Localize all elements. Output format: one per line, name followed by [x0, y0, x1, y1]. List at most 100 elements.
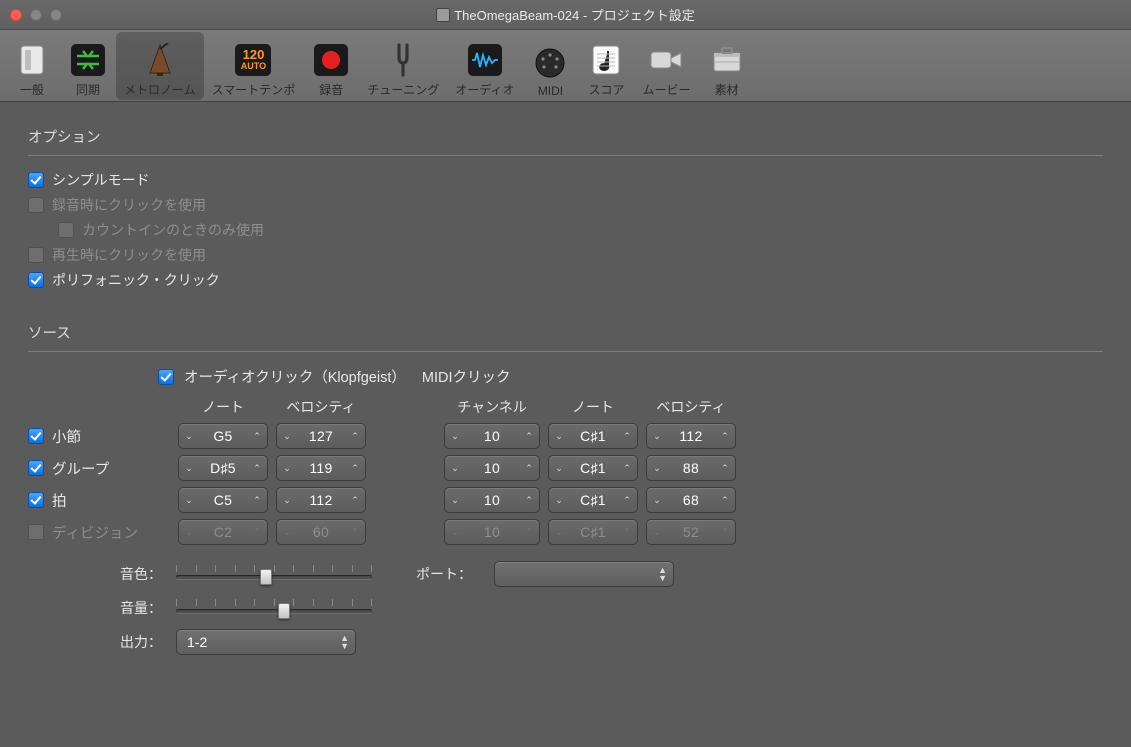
stepper-value: 10 — [463, 524, 521, 540]
tab-midi[interactable]: MIDI — [522, 32, 578, 100]
app-icon — [436, 8, 450, 22]
tab-metronome[interactable]: メトロノーム — [116, 32, 204, 100]
col-velocity: ベロシティ — [276, 397, 366, 417]
velocity-stepper[interactable]: ⌄112⌃ — [276, 487, 366, 513]
tab-record[interactable]: 録音 — [303, 32, 359, 100]
output-label: 出力： — [28, 632, 168, 652]
tab-sync[interactable]: 同期 — [60, 32, 116, 100]
updown-arrows-icon: ▲▼ — [658, 566, 667, 582]
chevron-down-icon: ⌄ — [279, 463, 295, 474]
tab-label: スコア — [588, 81, 624, 98]
midi-velocity-stepper[interactable]: ⌄112⌃ — [646, 423, 736, 449]
audio-click-label: オーディオクリック（Klopfgeist） — [184, 366, 406, 387]
note-stepper[interactable]: ⌄C5⌃ — [178, 487, 268, 513]
row-checkbox[interactable] — [28, 460, 44, 476]
midi-velocity-stepper[interactable]: ⌄88⌃ — [646, 455, 736, 481]
note-stepper: ⌄C2⌃ — [178, 519, 268, 545]
settings-toolbar: 一般 同期 メトロノーム 120 AUTO スマートテンポ 録音 チューニング — [0, 30, 1131, 102]
smart-tempo-icon: 120 AUTO — [233, 41, 273, 79]
chevron-down-icon: ⌄ — [551, 431, 567, 442]
assets-briefcase-icon — [707, 41, 747, 79]
checkbox-audio-click[interactable] — [158, 369, 174, 385]
minimize-window-button[interactable] — [30, 9, 42, 21]
note-stepper[interactable]: ⌄G5⌃ — [178, 423, 268, 449]
tone-slider[interactable] — [176, 563, 372, 585]
port-select[interactable]: ▲▼ — [494, 561, 674, 587]
chevron-up-icon: ⌃ — [717, 463, 733, 474]
stepper-value: 52 — [665, 524, 717, 540]
row-label: 小節 — [28, 426, 178, 447]
channel-stepper[interactable]: ⌄10⌃ — [444, 487, 540, 513]
chevron-down-icon: ⌄ — [649, 431, 665, 442]
volume-row: 音量： — [28, 597, 1103, 619]
row-label-text: 拍 — [52, 490, 67, 511]
close-window-button[interactable] — [10, 9, 22, 21]
midi-note-stepper[interactable]: ⌄C♯1⌃ — [548, 487, 638, 513]
slider-knob[interactable] — [278, 603, 290, 619]
midi-velocity-stepper[interactable]: ⌄68⌃ — [646, 487, 736, 513]
checkbox-simple-mode[interactable] — [28, 172, 44, 188]
zoom-window-button[interactable] — [50, 9, 62, 21]
option-simple-mode[interactable]: シンプルモード — [28, 170, 1103, 190]
chevron-up-icon: ⌃ — [619, 463, 635, 474]
tab-general[interactable]: 一般 — [4, 32, 60, 100]
stepper-value: 88 — [665, 460, 717, 476]
note-stepper[interactable]: ⌄D♯5⌃ — [178, 455, 268, 481]
row-checkbox[interactable] — [28, 428, 44, 444]
tab-label: 録音 — [319, 81, 343, 98]
chevron-down-icon: ⌄ — [447, 527, 463, 538]
row-label-text: グループ — [52, 458, 109, 479]
checkbox-count-in-only — [58, 222, 74, 238]
chevron-up-icon: ⌃ — [347, 431, 363, 442]
stepper-value: C♯1 — [567, 460, 619, 476]
row-checkbox[interactable] — [28, 492, 44, 508]
stepper-value: C♯1 — [567, 428, 619, 444]
row-division: ディビジョン⌄C2⌃⌄60⌃⌄10⌃⌄C♯1⌃⌄52⌃ — [28, 519, 1103, 545]
midi-note-stepper[interactable]: ⌄C♯1⌃ — [548, 455, 638, 481]
metronome-icon — [140, 41, 180, 79]
tab-movie[interactable]: ムービー — [634, 32, 698, 100]
midi-note-stepper[interactable]: ⌄C♯1⌃ — [548, 423, 638, 449]
chevron-down-icon: ⌄ — [551, 463, 567, 474]
stepper-value: C♯1 — [567, 492, 619, 508]
stepper-value: 10 — [463, 492, 521, 508]
channel-stepper[interactable]: ⌄10⌃ — [444, 455, 540, 481]
tab-audio[interactable]: オーディオ — [447, 32, 522, 100]
tab-assets[interactable]: 素材 — [699, 32, 755, 100]
chevron-down-icon: ⌄ — [181, 527, 197, 538]
slider-knob[interactable] — [260, 569, 272, 585]
port-label: ポート： — [416, 564, 478, 584]
row-label-text: ディビジョン — [52, 522, 138, 543]
record-icon — [311, 41, 351, 79]
option-polyphonic-click[interactable]: ポリフォニック・クリック — [28, 270, 1103, 290]
tab-score[interactable]: スコア — [578, 32, 634, 100]
option-label: 録音時にクリックを使用 — [52, 195, 206, 215]
stepper-value: 10 — [463, 460, 521, 476]
checkbox-click-play — [28, 247, 44, 263]
tone-label: 音色： — [28, 564, 168, 584]
row-label: ディビジョン — [28, 522, 178, 543]
volume-slider[interactable] — [176, 597, 372, 619]
checkbox-polyphonic[interactable] — [28, 272, 44, 288]
chevron-up-icon: ⌃ — [249, 431, 265, 442]
option-label: カウントインのときのみ使用 — [82, 220, 264, 240]
tab-smart-tempo[interactable]: 120 AUTO スマートテンポ — [204, 32, 304, 100]
stepper-value: 10 — [463, 428, 521, 444]
chevron-down-icon: ⌄ — [279, 495, 295, 506]
tab-label: 同期 — [76, 81, 100, 98]
score-icon — [586, 41, 626, 79]
col-note2: ノート — [548, 397, 638, 417]
stepper-value: 119 — [295, 460, 347, 476]
tab-tuning[interactable]: チューニング — [359, 32, 447, 100]
output-row: 出力： 1-2 ▲▼ — [28, 629, 1103, 655]
sync-icon — [68, 41, 108, 79]
general-icon — [12, 41, 52, 79]
tab-label: MIDI — [538, 84, 563, 98]
tab-label: 一般 — [20, 81, 44, 98]
velocity-stepper[interactable]: ⌄119⌃ — [276, 455, 366, 481]
checkbox-click-record — [28, 197, 44, 213]
volume-label: 音量： — [28, 598, 168, 618]
channel-stepper[interactable]: ⌄10⌃ — [444, 423, 540, 449]
output-select[interactable]: 1-2 ▲▼ — [176, 629, 356, 655]
velocity-stepper[interactable]: ⌄127⌃ — [276, 423, 366, 449]
